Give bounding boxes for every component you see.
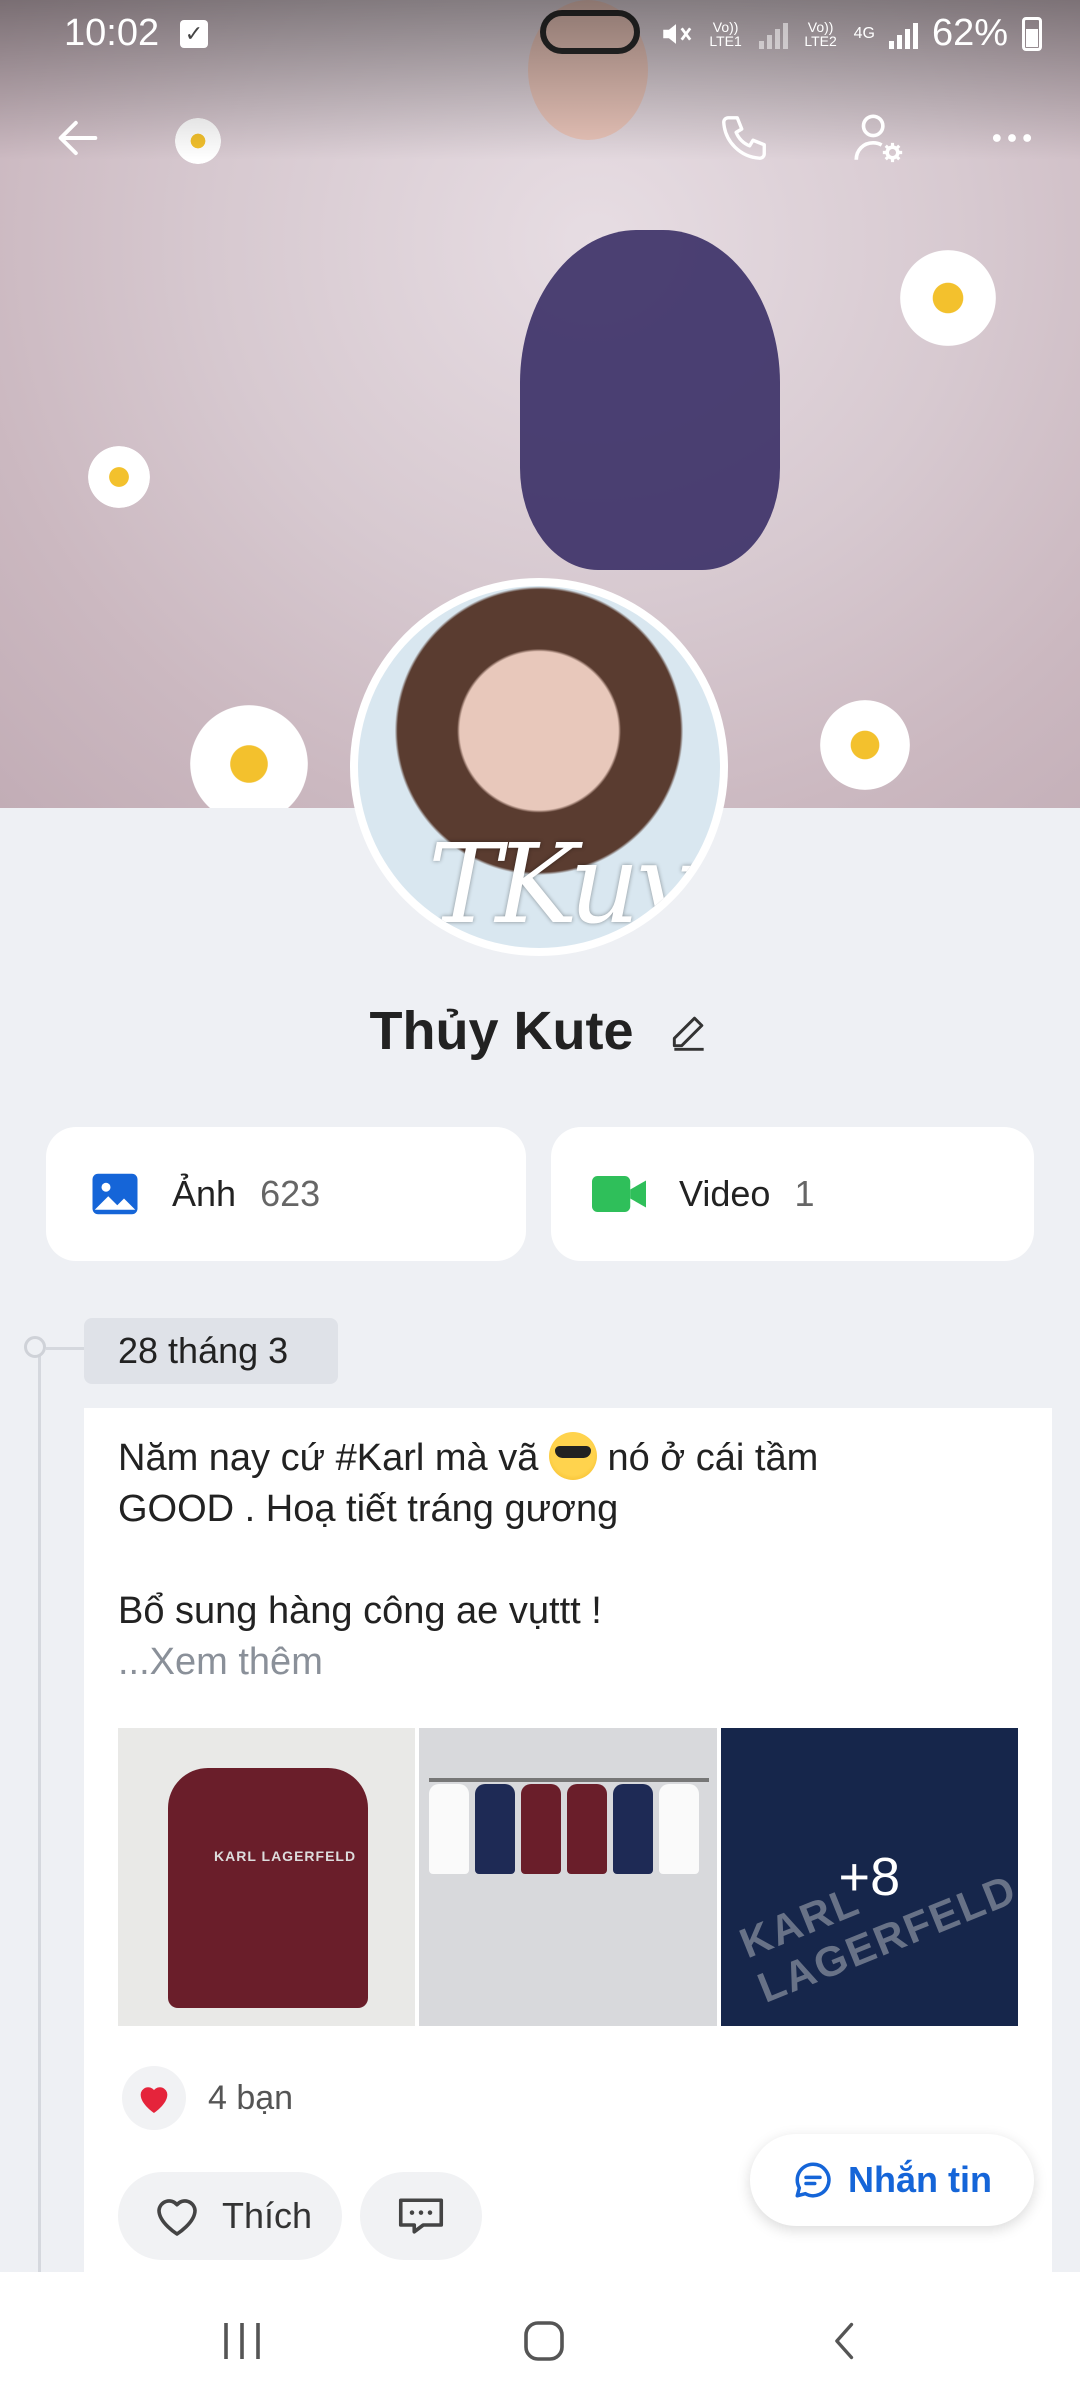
post-line1-start: Năm nay cứ #Karl mà vã (118, 1437, 539, 1479)
post-text[interactable]: Năm nay cứ #Karl mà vã nó ở cái tầm GOOD… (118, 1432, 1018, 1688)
daisy-decoration (820, 700, 910, 790)
avatar-signature: TKuy (428, 820, 696, 948)
battery-icon (1022, 16, 1042, 51)
post-photo-2[interactable] (419, 1728, 717, 2026)
home-button[interactable] (514, 2316, 574, 2366)
system-back-button[interactable] (816, 2316, 876, 2366)
back-button[interactable] (40, 100, 116, 176)
network-type: 4G (853, 24, 875, 42)
rack-tshirt (659, 1784, 700, 1874)
sunglasses-emoji-icon (548, 1432, 597, 1480)
pencil-icon (672, 1016, 704, 1051)
profile-settings-button[interactable] (840, 100, 916, 176)
rack-tshirt (521, 1784, 562, 1874)
status-time: 10:02 (64, 12, 160, 54)
chevron-left-icon (835, 2322, 854, 2360)
edit-name-button[interactable] (667, 1004, 711, 1066)
status-bar: 10:02 ✓ Vo)) LTE1 Vo)) LTE2 4G 62% (0, 0, 1080, 70)
see-more-link[interactable]: ...Xem thêm (118, 1637, 1018, 1688)
heart-outline-icon (157, 2199, 197, 2236)
timeline-connector (46, 1347, 84, 1350)
post-line2: GOOD . Hoạ tiết tráng gương (118, 1488, 619, 1530)
signal-icon (888, 19, 918, 49)
call-button[interactable] (706, 100, 782, 176)
like-label: Thích (221, 2195, 313, 2236)
timeline-line (38, 1350, 41, 2280)
videos-label: Video (679, 1173, 771, 1214)
more-photos-overlay[interactable]: +8 (720, 1728, 1018, 2026)
profile-name: Thủy Kute (369, 1001, 634, 1061)
sim1-label: Vo)) LTE1 (709, 18, 742, 49)
status-icons: Vo)) LTE1 Vo)) LTE2 4G 62% (659, 12, 1042, 55)
signal-icon (758, 19, 788, 49)
rack-tshirt (567, 1784, 608, 1874)
more-photos-count: +8 (838, 1847, 901, 1907)
clothing-rack (429, 1778, 710, 1782)
reactions-summary[interactable]: 4 bạn (122, 2066, 293, 2130)
recent-apps-icon (224, 2323, 260, 2359)
daisy-decoration (900, 250, 996, 346)
maroon-tshirt (168, 1768, 368, 2008)
phone-icon (722, 116, 766, 160)
post-photo-3[interactable]: KARL LAGERFELD +8 (720, 1728, 1018, 2026)
image-icon (92, 1173, 138, 1215)
notification-check-icon: ✓ (180, 20, 208, 48)
post-photos: KARL LAGERFELD KARL LAGERFELD +8 (118, 1728, 1018, 2026)
mute-icon (662, 23, 691, 44)
user-gear-icon (854, 114, 903, 163)
like-button[interactable]: Thích (118, 2172, 342, 2260)
post-line: Năm nay cứ #Karl mà vã nó ở cái tầm (118, 1432, 1018, 1484)
avatar[interactable]: TKuy (350, 578, 728, 956)
videos-card[interactable]: Video 1 (551, 1127, 1034, 1261)
rack-tshirt (613, 1784, 654, 1874)
heart-reaction-icon (122, 2066, 186, 2130)
post-line3: Bổ sung hàng công ae vụttt ! (118, 1590, 602, 1632)
rack-tshirt (475, 1784, 516, 1874)
timeline-dot (24, 1336, 46, 1358)
videos-count: 1 (794, 1173, 815, 1214)
comment-icon (398, 2198, 444, 2234)
profile-name-row: Thủy Kute (0, 1000, 1080, 1066)
battery-percent: 62% (931, 12, 1008, 54)
tshirt-print: KARL LAGERFELD (214, 1848, 357, 1864)
timeline-date: 28 tháng 3 (84, 1318, 338, 1384)
comment-button[interactable] (360, 2172, 482, 2260)
avatar-photo: TKuy (358, 586, 720, 948)
more-horizontal-icon (992, 134, 1032, 142)
recent-apps-button[interactable] (212, 2316, 272, 2366)
rack-tshirt (429, 1784, 470, 1874)
more-button[interactable] (974, 100, 1050, 176)
reaction-count: 4 bạn (208, 2078, 294, 2117)
sim2-label: Vo)) LTE2 (804, 18, 837, 49)
photos-label: Ảnh (172, 1173, 237, 1214)
system-nav-bar (0, 2272, 1080, 2408)
message-label: Nhắn tin (848, 2159, 992, 2200)
photos-card[interactable]: Ảnh 623 (46, 1127, 526, 1261)
message-button[interactable]: Nhắn tin (750, 2134, 1034, 2226)
daisy-decoration (88, 446, 150, 508)
chat-bubble-icon (795, 2162, 831, 2198)
photos-count: 623 (260, 1173, 321, 1214)
video-icon (592, 1176, 646, 1212)
cover-figure (520, 230, 780, 570)
home-icon (524, 2321, 564, 2361)
post-line1-end: nó ở cái tầm (607, 1437, 819, 1479)
daisy-decoration (190, 705, 308, 808)
post-photo-1[interactable]: KARL LAGERFELD (118, 1728, 416, 2026)
arrow-left-icon (58, 120, 98, 156)
